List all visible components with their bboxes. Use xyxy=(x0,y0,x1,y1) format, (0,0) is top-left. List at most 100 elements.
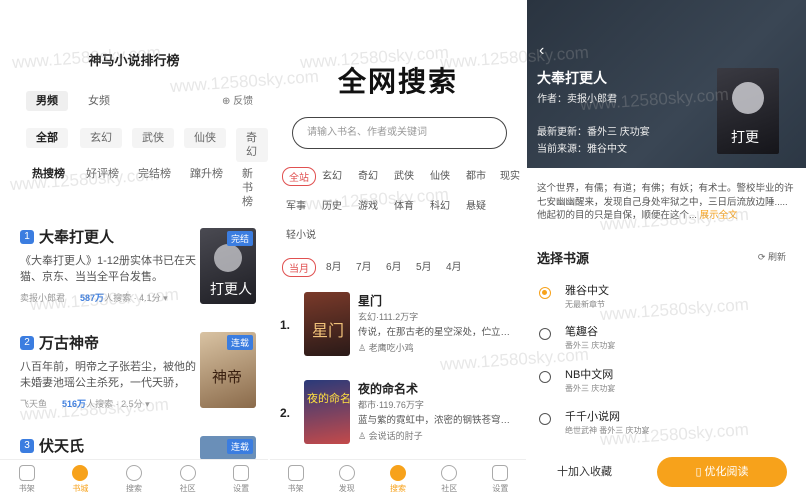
book-author: 作者：卖报小郎君 xyxy=(537,94,617,105)
status-badge: 连载 xyxy=(226,439,253,454)
tab-search[interactable]: 搜索 xyxy=(107,460,161,499)
book-cover[interactable]: 连载 xyxy=(200,436,256,460)
time-apr[interactable]: 4月 xyxy=(446,258,462,273)
bottom-tabbar: 书架 发现 搜索 社区 设置 xyxy=(270,459,526,499)
cat-dushi[interactable]: 都市 xyxy=(466,167,486,182)
book-cover[interactable]: 神帝 连载 xyxy=(200,332,256,408)
cat-junshi[interactable]: 军事 xyxy=(286,197,306,212)
book-desc: 八百年前，明帝之子张若尘，被他的未婚妻池瑶公主杀死，一代天骄， xyxy=(20,361,196,389)
search-icon xyxy=(125,465,142,481)
tab-discover[interactable]: 发现 xyxy=(321,460,372,499)
tab-community[interactable]: 社区 xyxy=(424,460,475,499)
source-name: 笔趣谷 xyxy=(565,326,598,338)
current-source: 当前来源：雅谷中文 xyxy=(537,144,627,155)
radio[interactable] xyxy=(539,371,551,383)
book-desc: 传说，在那古老的星空深处，伫立… xyxy=(358,327,511,338)
show-more-link[interactable]: 展示全文 xyxy=(700,210,738,221)
cat-kehuan[interactable]: 科幻 xyxy=(430,197,450,212)
tab-bookshelf[interactable]: 书架 xyxy=(0,460,54,499)
cat-xianxia[interactable]: 仙侠 xyxy=(430,167,450,182)
radio[interactable] xyxy=(539,413,551,425)
book-cover: 星门 xyxy=(304,292,350,356)
compass-icon xyxy=(338,465,355,481)
source-latest: 绝世武神 番外三 庆功宴 xyxy=(565,426,650,435)
time-jul[interactable]: 7月 xyxy=(356,258,372,273)
genre-xuanhuan[interactable]: 玄幻 xyxy=(80,128,122,148)
search-panel: 全网搜索 请输入书名、作者或关键词 全站 玄幻 奇幻 武侠 仙侠 都市 现实 军… xyxy=(270,0,526,499)
book-meta: 玄幻·111.2万字 xyxy=(358,312,419,322)
book-cover: 打更 xyxy=(717,68,779,154)
search-title: 全网搜索 xyxy=(337,66,458,97)
result-number: 2. xyxy=(280,406,291,420)
tab-settings[interactable]: 设置 xyxy=(475,460,526,499)
tab-community[interactable]: 社区 xyxy=(161,460,215,499)
search-input[interactable]: 请输入书名、作者或关键词 xyxy=(292,117,507,149)
svg-text:星门: 星门 xyxy=(312,321,344,340)
time-jun[interactable]: 6月 xyxy=(386,258,402,273)
gear-icon xyxy=(233,465,250,481)
genre-wuxia[interactable]: 武侠 xyxy=(132,128,174,148)
cat-wuxia[interactable]: 武侠 xyxy=(394,167,414,182)
cat-xuanyi[interactable]: 悬疑 xyxy=(466,197,486,212)
cover-art-icon: 夜的命名 xyxy=(307,391,350,405)
cat-qingxiaoshuo[interactable]: 轻小说 xyxy=(286,226,316,241)
source-name: 雅谷中文 xyxy=(565,285,609,297)
list-item[interactable]: 3 伏天氏 xyxy=(20,435,200,456)
cat-tiyu[interactable]: 体育 xyxy=(394,197,414,212)
time-may[interactable]: 5月 xyxy=(416,258,432,273)
list-rating[interactable]: 好评榜 xyxy=(76,164,129,184)
cat-all[interactable]: 全站 xyxy=(282,167,316,186)
list-hot[interactable]: 热搜榜 xyxy=(22,164,75,184)
status-badge: 完结 xyxy=(226,231,253,246)
list-finished[interactable]: 完结榜 xyxy=(128,164,181,184)
refresh-button[interactable]: ⟳ 刷新 xyxy=(758,250,786,263)
source-latest: 无最新章节 xyxy=(565,300,605,309)
latest-chapter: 最新更新：番外三 庆功宴 xyxy=(537,127,650,138)
source-latest: 番外三 庆功宴 xyxy=(565,384,616,393)
cat-lishi[interactable]: 历史 xyxy=(322,197,342,212)
add-favorite-button[interactable]: 十加入收藏 xyxy=(557,463,612,479)
book-title: 大奉打更人 xyxy=(39,229,115,246)
tab-male[interactable]: 男频 xyxy=(26,91,68,111)
book-intro: 这个世界，有儒；有道；有佛；有妖；有术士。警校毕业的许七安幽幽醒来，发现自己身处… xyxy=(537,183,794,221)
radio[interactable] xyxy=(539,328,551,340)
section-title: 选择书源 xyxy=(537,251,590,266)
time-current[interactable]: 当月 xyxy=(282,258,316,277)
book-title: 大奉打更人 xyxy=(537,70,607,86)
time-aug[interactable]: 8月 xyxy=(326,258,342,273)
bottom-tabbar: 书架 书城 搜索 社区 设置 xyxy=(0,459,268,499)
tab-bookshelf[interactable]: 书架 xyxy=(270,460,321,499)
svg-text:夜的命名: 夜的命名 xyxy=(307,391,350,405)
community-icon xyxy=(179,465,196,481)
genre-xianxia[interactable]: 仙侠 xyxy=(184,128,226,148)
list-item[interactable]: 1 大奉打更人 《大奉打更人》1-12册实体书已在天猫、京东、当当全平台发售。 卖… xyxy=(20,226,200,304)
read-button[interactable]: ▯ 优化阅读 xyxy=(657,457,787,487)
book-title: 万古神帝 xyxy=(39,335,100,352)
feedback-button[interactable]: ⊕ 反馈 xyxy=(222,92,253,107)
list-rising[interactable]: 蹿升榜 xyxy=(180,164,233,184)
tab-settings[interactable]: 设置 xyxy=(214,460,268,499)
svg-text:神帝: 神帝 xyxy=(212,368,242,386)
tab-female[interactable]: 女频 xyxy=(78,91,120,111)
list-item[interactable]: 2 万古神帝 八百年前，明帝之子张若尘，被他的未婚妻池瑶公主杀死，一代天骄， 飞天… xyxy=(20,332,200,410)
search-icon xyxy=(390,465,406,481)
cat-xuanhuan[interactable]: 玄幻 xyxy=(322,167,342,182)
radio-selected[interactable] xyxy=(539,287,551,299)
genre-qihuan[interactable]: 奇幻 xyxy=(236,128,268,162)
book-meta: 卖报小郎君 587万人搜索 · 4.1分 ▾ xyxy=(20,293,168,303)
genre-all[interactable]: 全部 xyxy=(26,128,68,148)
cat-qihuan[interactable]: 奇幻 xyxy=(358,167,378,182)
rank-number: 3 xyxy=(20,438,34,453)
tab-bookstore[interactable]: 书城 xyxy=(54,460,108,499)
back-icon[interactable]: ‹ xyxy=(539,42,544,60)
book-cover[interactable]: 打更人 完结 xyxy=(200,228,256,304)
book-header: ‹ 大奉打更人 作者：卖报小郎君 最新更新：番外三 庆功宴 当前来源：雅谷中文 … xyxy=(527,0,806,168)
status-badge: 连载 xyxy=(226,335,253,350)
cat-xianshi[interactable]: 现实 xyxy=(500,167,520,182)
list-new[interactable]: 新书榜 xyxy=(232,164,268,212)
detail-panel: ‹ 大奉打更人 作者：卖报小郎君 最新更新：番外三 庆功宴 当前来源：雅谷中文 … xyxy=(527,0,806,499)
page-title: 神马小说排行榜 xyxy=(88,53,180,68)
cat-youxi[interactable]: 游戏 xyxy=(358,197,378,212)
tab-search[interactable]: 搜索 xyxy=(372,460,423,499)
book-title: 伏天氏 xyxy=(39,438,85,455)
